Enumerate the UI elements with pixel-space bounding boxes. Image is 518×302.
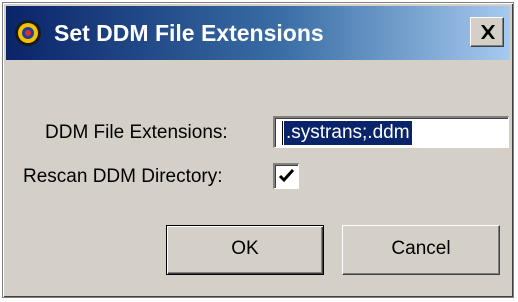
text-caret xyxy=(282,121,283,145)
window-title: Set DDM File Extensions xyxy=(54,20,324,46)
title-bar[interactable]: Set DDM File Extensions xyxy=(6,6,510,60)
target-app-icon xyxy=(14,19,42,47)
extensions-input[interactable]: .systrans;.ddm xyxy=(273,116,509,148)
extensions-label: DDM File Extensions: xyxy=(45,122,228,143)
cancel-button[interactable]: Cancel xyxy=(342,225,500,275)
dialog-window: Set DDM File Extensions DDM File Extensi… xyxy=(2,2,514,298)
rescan-label: Rescan DDM Directory: xyxy=(23,166,223,187)
rescan-checkbox[interactable] xyxy=(273,163,299,189)
close-button[interactable] xyxy=(470,17,504,47)
close-icon xyxy=(481,25,495,39)
ok-button[interactable]: OK xyxy=(166,225,324,275)
extensions-input-value: .systrans;.ddm xyxy=(284,121,412,145)
checkmark-icon xyxy=(278,168,295,183)
